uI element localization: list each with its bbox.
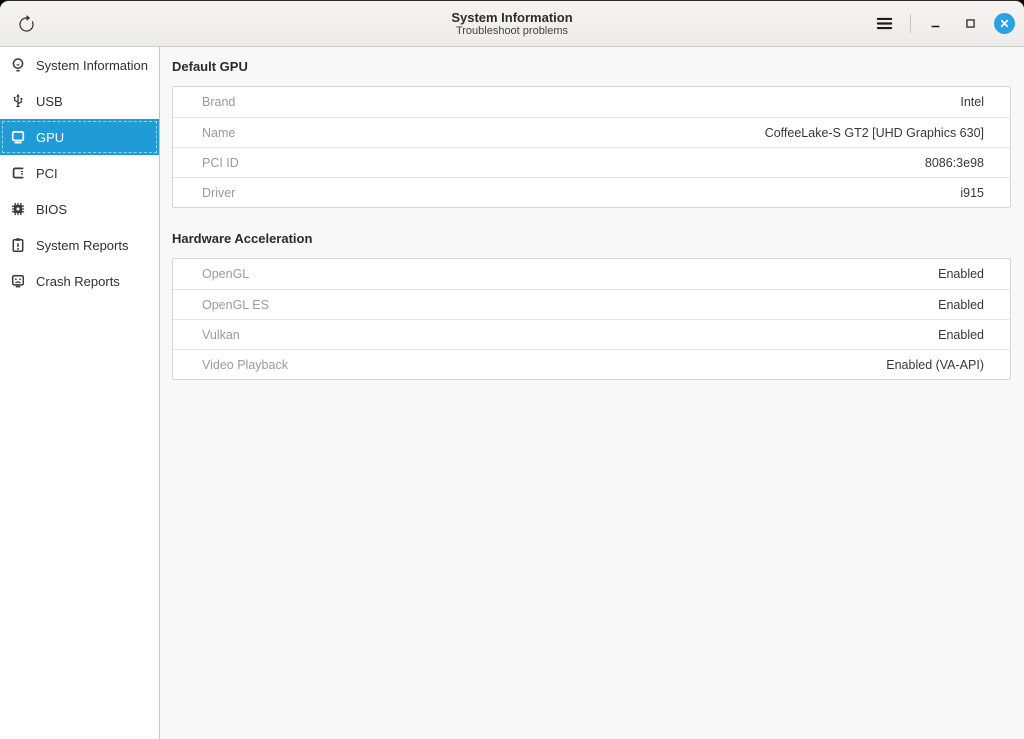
chip-icon <box>10 201 26 217</box>
pci-card-icon <box>10 165 26 181</box>
table-row: PCI ID 8086:3e98 <box>173 147 1010 177</box>
row-value: 8086:3e98 <box>925 156 984 170</box>
table-row: OpenGL Enabled <box>173 259 1010 289</box>
window-controls <box>871 1 1015 46</box>
display-icon <box>10 129 26 145</box>
menu-button[interactable] <box>871 11 897 37</box>
sidebar-item-bios[interactable]: BIOS <box>0 191 159 227</box>
window-subtitle: Troubleshoot problems <box>456 25 568 38</box>
sidebar-item-label: GPU <box>36 130 64 145</box>
close-button[interactable] <box>994 13 1015 34</box>
row-label: OpenGL ES <box>202 298 269 312</box>
window-body: System Information USB GPU PCI BIOS System Re… <box>0 47 1024 739</box>
section-title-hardware-acceleration: Hardware Acceleration <box>172 231 1011 247</box>
table-row: Driver i915 <box>173 177 1010 207</box>
sidebar-item-usb[interactable]: USB <box>0 83 159 119</box>
titlebar-separator <box>910 14 911 33</box>
row-label: Driver <box>202 186 235 200</box>
sidebar-item-pci[interactable]: PCI <box>0 155 159 191</box>
sidebar-item-label: USB <box>36 94 63 109</box>
minimize-icon <box>928 16 943 31</box>
titlebar[interactable]: System Information Troubleshoot problems <box>0 1 1024 47</box>
info-table-hardware-acceleration: OpenGL Enabled OpenGL ES Enabled Vulkan Enabl… <box>172 258 1011 380</box>
row-label: Vulkan <box>202 328 240 342</box>
refresh-icon <box>17 15 36 34</box>
refresh-button[interactable] <box>13 11 39 37</box>
sidebar-item-label: System Information <box>36 58 148 73</box>
minimize-button[interactable] <box>924 13 946 35</box>
sidebar-item-system-information[interactable]: System Information <box>0 47 159 83</box>
row-label: Name <box>202 126 235 140</box>
sidebar-item-label: PCI <box>36 166 58 181</box>
row-label: PCI ID <box>202 156 239 170</box>
row-label: OpenGL <box>202 267 249 281</box>
row-label: Brand <box>202 95 235 109</box>
table-row: Video Playback Enabled (VA-API) <box>173 349 1010 379</box>
row-value: Enabled <box>938 267 984 281</box>
window-title: System Information <box>451 10 572 25</box>
row-value: Enabled <box>938 328 984 342</box>
sidebar: System Information USB GPU PCI BIOS System Re… <box>0 47 160 739</box>
sidebar-item-label: BIOS <box>36 202 67 217</box>
sidebar-item-label: System Reports <box>36 238 128 253</box>
clipboard-icon <box>10 237 26 253</box>
app-window: System Information Troubleshoot problems <box>0 0 1024 739</box>
row-value: Enabled <box>938 298 984 312</box>
table-row: Vulkan Enabled <box>173 319 1010 349</box>
row-label: Video Playback <box>202 358 288 372</box>
close-icon <box>997 16 1012 31</box>
table-row: Brand Intel <box>173 87 1010 117</box>
sidebar-item-label: Crash Reports <box>36 274 120 289</box>
lightbulb-icon <box>10 57 26 73</box>
hamburger-menu-icon <box>875 14 894 33</box>
row-value: Intel <box>960 95 984 109</box>
table-row: OpenGL ES Enabled <box>173 289 1010 319</box>
usb-icon <box>10 93 26 109</box>
table-row: Name CoffeeLake-S GT2 [UHD Graphics 630] <box>173 117 1010 147</box>
maximize-icon <box>963 16 978 31</box>
row-value: Enabled (VA-API) <box>886 358 984 372</box>
sidebar-item-system-reports[interactable]: System Reports <box>0 227 159 263</box>
row-value: i915 <box>960 186 984 200</box>
main-content: Default GPU Brand Intel Name CoffeeLake-S GT… <box>160 47 1024 739</box>
sidebar-item-gpu[interactable]: GPU <box>0 119 159 155</box>
crash-face-icon <box>10 273 26 289</box>
info-table-default-gpu: Brand Intel Name CoffeeLake-S GT2 [UHD Grap… <box>172 86 1011 208</box>
row-value: CoffeeLake-S GT2 [UHD Graphics 630] <box>765 126 984 140</box>
sidebar-item-crash-reports[interactable]: Crash Reports <box>0 263 159 299</box>
maximize-button[interactable] <box>959 13 981 35</box>
section-title-default-gpu: Default GPU <box>172 59 1011 75</box>
